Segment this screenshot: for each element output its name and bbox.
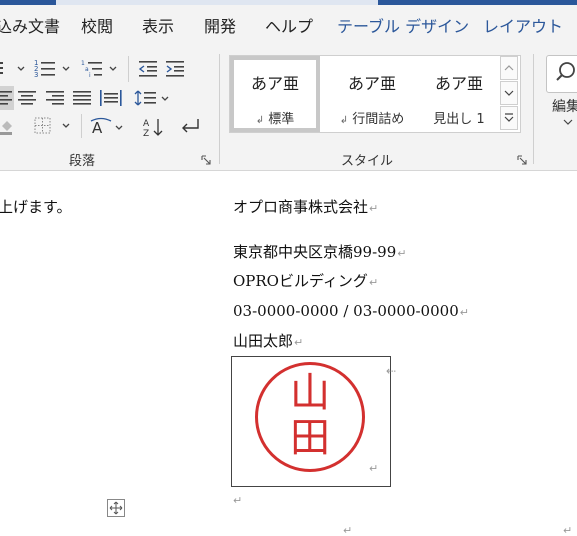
align-left-icon (0, 91, 12, 105)
ribbon-separator (81, 114, 82, 138)
group-label-paragraph: 段落 (69, 154, 96, 169)
style-sample: あア亜 (347, 74, 396, 93)
align-center-button[interactable] (16, 88, 38, 108)
body-text-fragment: 上げます。 (0, 198, 72, 216)
paragraph-mark-icon: ↵ (343, 524, 353, 536)
asian-layout-button[interactable]: A (89, 116, 127, 138)
row-end-mark-icon: ⇠ (386, 364, 397, 378)
find-button[interactable] (546, 55, 577, 93)
justify-icon (73, 91, 91, 105)
distributed-icon (100, 90, 122, 106)
chevron-down-icon[interactable] (563, 118, 573, 126)
borders-button[interactable] (32, 116, 74, 136)
tab-review[interactable]: 校閲 (81, 17, 113, 37)
style-sample: あア亜 (434, 74, 483, 93)
chevron-up-icon (504, 65, 514, 71)
seal-char-1: 山 (290, 370, 330, 416)
line-spacing-icon (134, 90, 169, 106)
person-name: 山田太郎↵ (233, 332, 304, 350)
increase-indent-button[interactable] (164, 58, 186, 78)
ribbon-separator (128, 56, 129, 82)
style-heading-1[interactable]: あア亜 見出し 1 (422, 56, 496, 132)
word-window: 込み文書 校閲 表示 開発 ヘルプ テーブル デザイン レイアウト 123 1a… (0, 0, 577, 536)
svg-text:A: A (143, 119, 150, 129)
paragraph-mark-icon: ↵ (563, 524, 573, 536)
line-spacing-button[interactable] (134, 88, 172, 108)
align-center-icon (18, 91, 36, 105)
paragraph-mark-icon: ↵ (294, 336, 304, 349)
group-separator (219, 54, 220, 164)
tab-table-design[interactable]: テーブル デザイン (337, 17, 469, 37)
bullets-icon (0, 62, 25, 74)
search-icon (556, 62, 575, 81)
chevron-down-icon (504, 90, 514, 96)
distributed-button[interactable] (99, 88, 123, 108)
cell-end-mark-icon: ↵ (369, 462, 379, 475)
multilevel-list-icon: 1ai (81, 60, 117, 78)
tab-layout[interactable]: レイアウト (483, 17, 563, 37)
style-name: ↲ 標準 (255, 112, 295, 127)
paragraph-mark-icon: ↵ (369, 202, 379, 215)
show-formatting-icon (182, 119, 199, 133)
asian-layout-icon: A (90, 117, 123, 137)
style-no-spacing[interactable]: あア亜 ↲ 行間詰め (322, 56, 422, 132)
paragraph-mark-icon: ↵ (233, 494, 243, 507)
paragraph-mark-icon: ↵ (397, 247, 407, 260)
numbering-icon: 123 (34, 59, 70, 78)
paragraph-dialog-launcher-icon[interactable] (201, 155, 212, 166)
ribbon-tab-bar: 込み文書 校閲 表示 開発 ヘルプ テーブル デザイン レイアウト (0, 5, 577, 48)
styles-gallery: あア亜 ↲ 標準 あア亜 ↲ 行間詰め あア亜 見出し 1 (229, 55, 521, 133)
shading-button[interactable] (0, 116, 14, 136)
move-icon (109, 501, 123, 515)
shading-icon (0, 121, 12, 135)
svg-text:i: i (89, 72, 91, 78)
sort-icon: A Z (143, 119, 163, 138)
table-move-handle[interactable] (107, 499, 125, 517)
style-name: 見出し 1 (433, 112, 485, 127)
align-left-button[interactable] (0, 86, 14, 110)
svg-text:Z: Z (143, 129, 149, 138)
company-name: オプロ商事株式会社↵ (233, 198, 379, 216)
styles-dialog-launcher-icon[interactable] (517, 155, 528, 166)
sort-button[interactable]: A Z (141, 116, 167, 138)
borders-icon (34, 117, 70, 134)
multilevel-list-button[interactable]: 1ai (80, 58, 120, 78)
bullets-button[interactable] (0, 58, 26, 78)
tab-view[interactable]: 表示 (142, 17, 174, 37)
svg-text:3: 3 (34, 71, 38, 78)
align-right-button[interactable] (44, 88, 66, 108)
building-line: OPROビルディング↵ (233, 272, 379, 290)
tab-developer[interactable]: 開発 (204, 17, 236, 37)
tab-help[interactable]: ヘルプ (265, 17, 313, 37)
name-seal: 山 田 (255, 362, 365, 472)
svg-text:A: A (92, 119, 103, 137)
paragraph-mark-icon: ↵ (459, 306, 469, 319)
increase-indent-icon (166, 61, 184, 77)
style-sample: あア亜 (250, 74, 299, 93)
decrease-indent-button[interactable] (137, 58, 159, 78)
style-normal[interactable]: あア亜 ↲ 標準 (230, 56, 320, 132)
ribbon: 123 1ai A A Z 段落 あア亜 ↲ 標準 あア亜 ↲ 行間詰め あア亜… (0, 48, 577, 171)
show-formatting-button[interactable] (177, 116, 203, 138)
decrease-indent-icon (138, 61, 157, 77)
editing-label[interactable]: 編集 (552, 96, 577, 116)
style-name: ↲ 行間詰め (339, 112, 405, 127)
align-right-icon (46, 91, 64, 105)
styles-scroll-down-button[interactable] (500, 81, 518, 105)
numbering-button[interactable]: 123 (33, 58, 73, 78)
paragraph-mark-icon: ↵ (368, 276, 379, 289)
justify-button[interactable] (71, 88, 93, 108)
address-line: 東京都中央区京橋99-99↵ (233, 243, 407, 261)
group-label-styles: スタイル (341, 154, 394, 169)
more-styles-icon (504, 113, 514, 122)
phone-line: 03-0000-0000 / 03-0000-0000↵ (233, 302, 469, 320)
seal-char-2: 田 (290, 415, 330, 461)
styles-more-button[interactable] (500, 106, 518, 130)
stamp-table-cell[interactable]: 山 田 ↵ (231, 356, 391, 487)
tab-mailings[interactable]: 込み文書 (0, 17, 60, 37)
styles-scroll-up-button[interactable] (500, 56, 518, 80)
group-separator (533, 54, 534, 164)
